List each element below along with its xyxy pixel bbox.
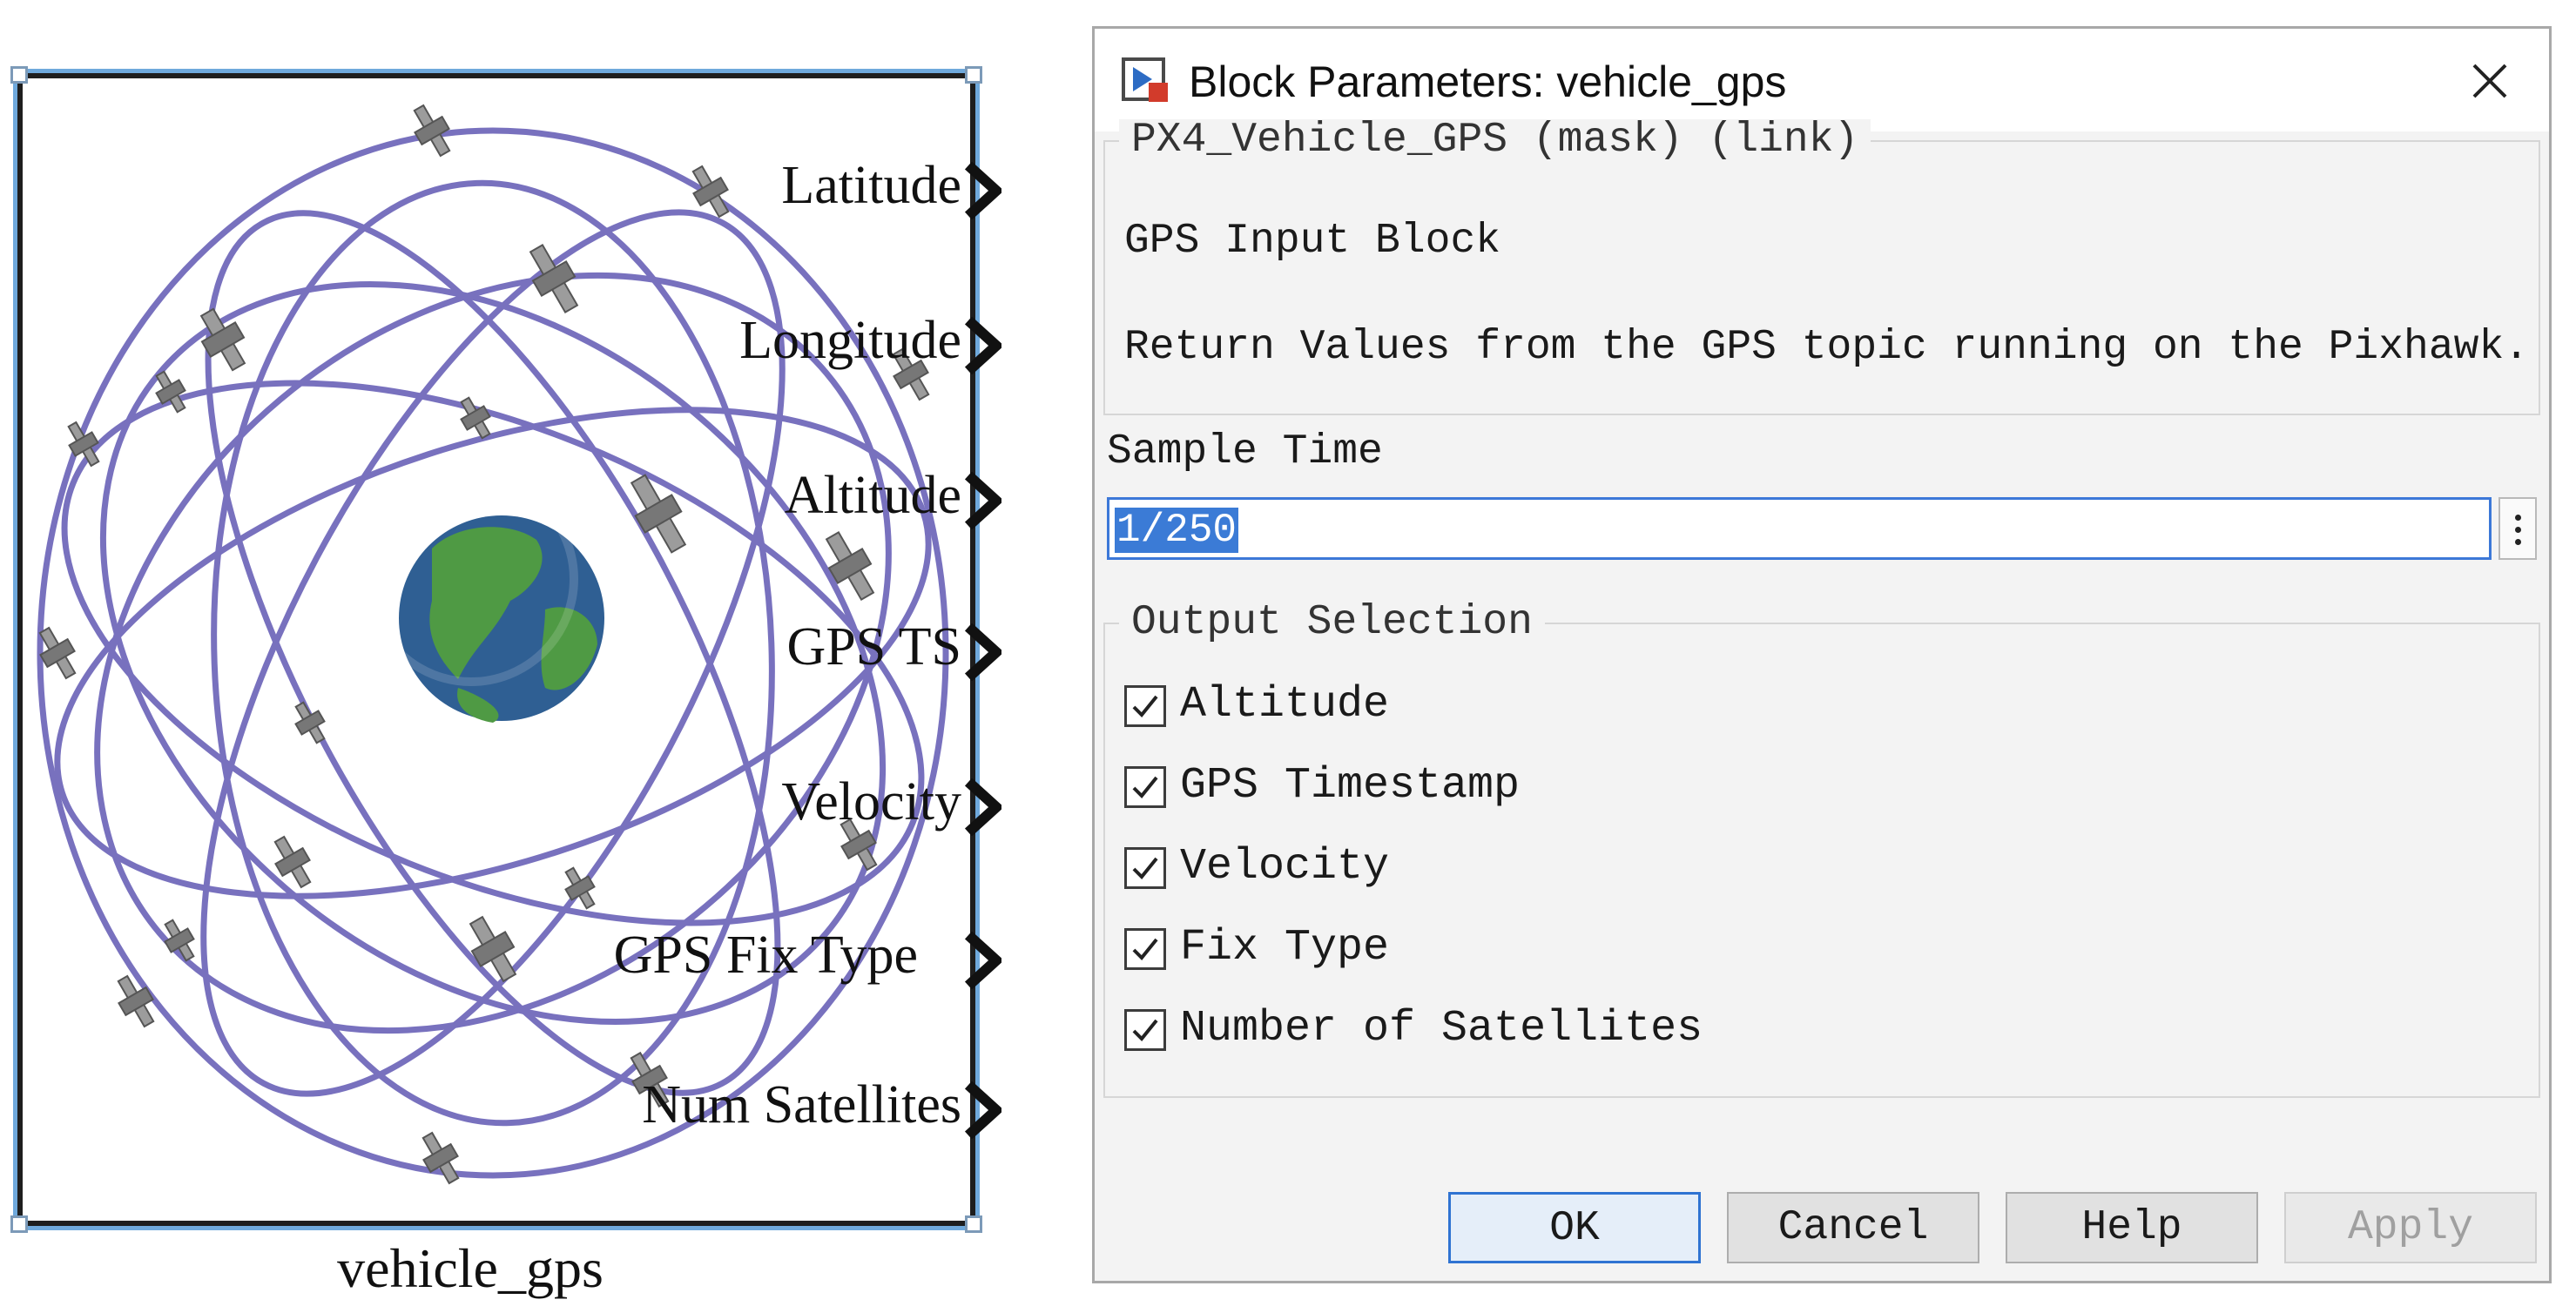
output-option-label: Altitude bbox=[1180, 680, 1390, 730]
description-text: Return Values from the GPS topic running… bbox=[1124, 324, 2530, 371]
cancel-button[interactable]: Cancel bbox=[1727, 1192, 1979, 1263]
checkmark-icon bbox=[1132, 695, 1158, 717]
gps-timestamp-checkbox[interactable] bbox=[1124, 766, 1166, 808]
vehicle-gps-block[interactable]: Latitude Longitude Altitude GPS TS Veloc… bbox=[10, 66, 982, 1233]
port-label-gps-fix-type: GPS Fix Type bbox=[613, 926, 918, 985]
output-option-label: Number of Satellites bbox=[1180, 1004, 1703, 1054]
fix-type-checkbox[interactable] bbox=[1124, 928, 1166, 970]
checkmark-icon bbox=[1132, 938, 1158, 960]
ok-button[interactable]: OK bbox=[1448, 1192, 1701, 1263]
more-options-icon[interactable] bbox=[2498, 497, 2537, 560]
sample-time-label: Sample Time bbox=[1107, 428, 1383, 475]
output-option-label: Fix Type bbox=[1180, 923, 1390, 973]
block-name-label[interactable]: vehicle_gps bbox=[192, 1236, 749, 1301]
sample-time-input[interactable]: 1/250 bbox=[1107, 497, 2492, 560]
mask-group-legend: PX4_Vehicle_GPS (mask) (link) bbox=[1119, 119, 1871, 161]
simulink-block-icon bbox=[1122, 57, 1168, 102]
mask-description-group bbox=[1103, 140, 2540, 415]
port-label-altitude: Altitude bbox=[784, 466, 961, 525]
port-label-velocity: Velocity bbox=[781, 772, 961, 832]
port-label-latitude: Latitude bbox=[781, 156, 961, 215]
checkmark-icon bbox=[1132, 857, 1158, 879]
port-label-num-satellites: Num Satellites bbox=[642, 1075, 961, 1135]
velocity-checkbox[interactable] bbox=[1124, 847, 1166, 889]
dialog-title: Block Parameters: vehicle_gps bbox=[1189, 57, 1787, 106]
help-button[interactable]: Help bbox=[2006, 1192, 2258, 1263]
close-icon[interactable] bbox=[2457, 48, 2523, 114]
checkmark-icon bbox=[1132, 1019, 1158, 1041]
number-of-satellites-checkbox[interactable] bbox=[1124, 1009, 1166, 1051]
earth-icon bbox=[364, 472, 604, 723]
output-option-label: Velocity bbox=[1180, 842, 1390, 892]
port-label-longitude: Longitude bbox=[739, 311, 961, 370]
sample-time-value: 1/250 bbox=[1115, 508, 1239, 553]
output-option-label: GPS Timestamp bbox=[1180, 761, 1521, 811]
apply-button[interactable]: Apply bbox=[2284, 1192, 2537, 1263]
output-selection-legend: Output Selection bbox=[1119, 602, 1545, 643]
altitude-checkbox[interactable] bbox=[1124, 685, 1166, 727]
port-label-gps-ts: GPS TS bbox=[786, 617, 961, 677]
checkmark-icon bbox=[1132, 776, 1158, 798]
block-parameters-dialog: Block Parameters: vehicle_gps PX4_Vehicl… bbox=[1092, 26, 2552, 1283]
description-title: GPS Input Block bbox=[1124, 218, 1501, 265]
